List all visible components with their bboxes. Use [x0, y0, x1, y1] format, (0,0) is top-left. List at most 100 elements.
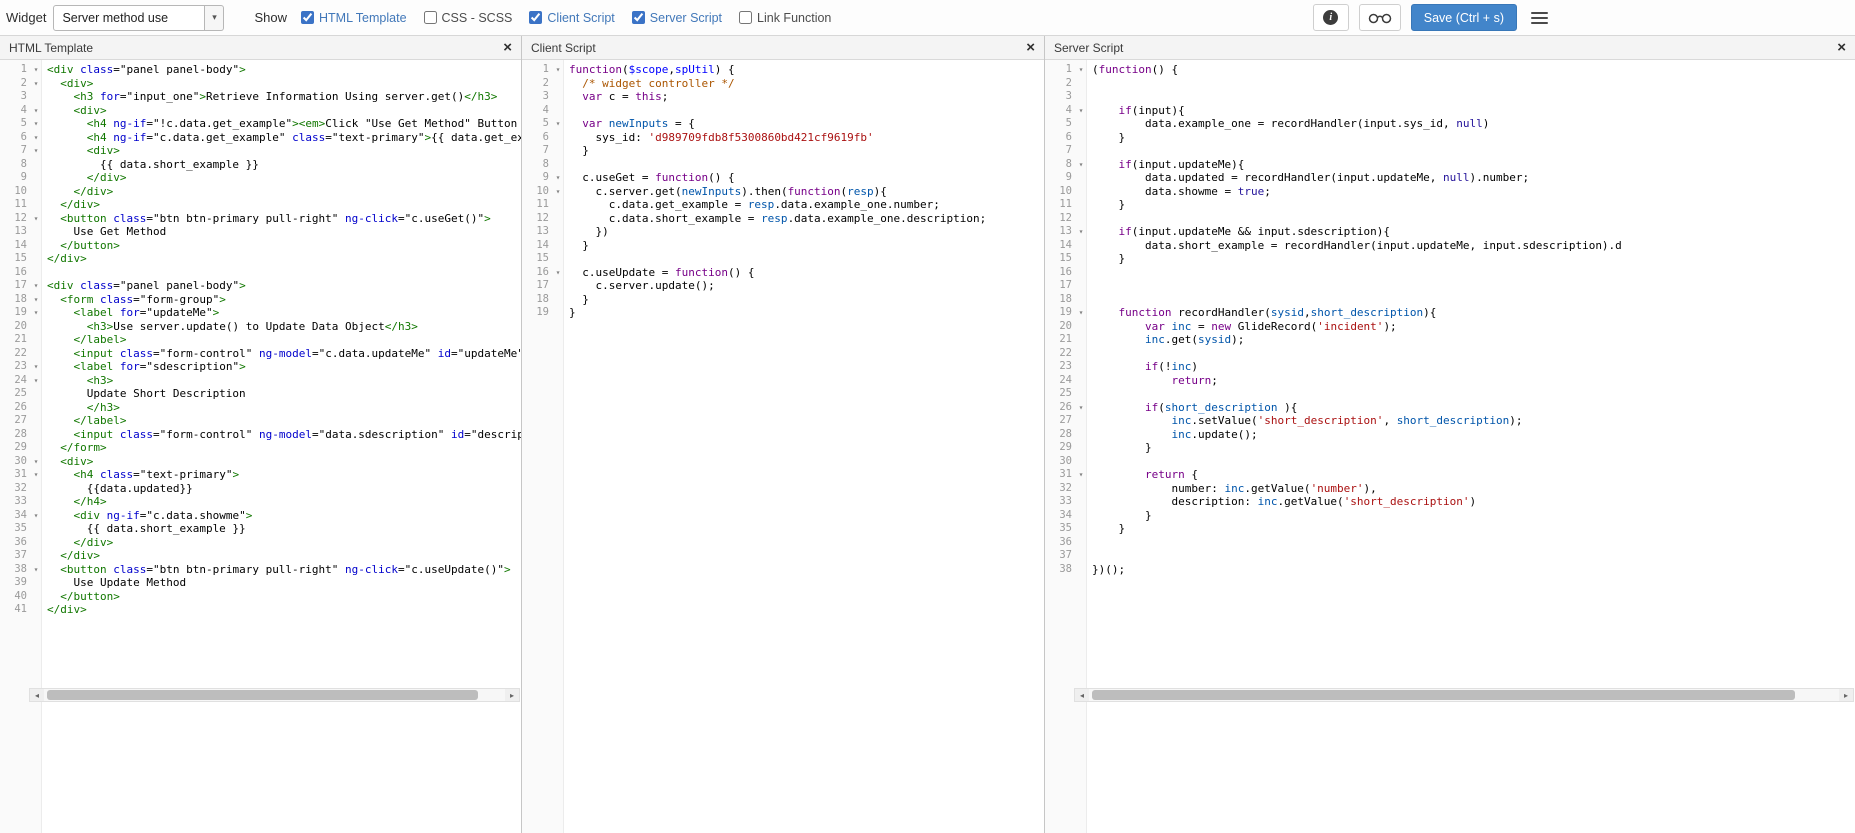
code-line[interactable]: 3 var c = this;	[522, 90, 1044, 104]
menu-button[interactable]	[1527, 5, 1552, 31]
fold-icon[interactable]: ▾	[29, 212, 43, 226]
code-line[interactable]: 2 /* widget controller */	[522, 77, 1044, 91]
code-line[interactable]: 7	[1045, 144, 1855, 158]
code-line[interactable]: 32 {{data.updated}}	[0, 482, 521, 496]
code-line[interactable]: 21 </label>	[0, 333, 521, 347]
code-line[interactable]: 27 </label>	[0, 414, 521, 428]
horizontal-scrollbar[interactable]: ◂ ▸	[1074, 688, 1854, 702]
code-line[interactable]: 2	[1045, 77, 1855, 91]
checkbox-client-script[interactable]	[529, 11, 543, 24]
code-line[interactable]: 26 </h3>	[0, 401, 521, 415]
code-line[interactable]: 17 c.server.update();	[522, 279, 1044, 293]
scroll-right-button[interactable]: ▸	[505, 689, 519, 701]
code-line[interactable]: 13 })	[522, 225, 1044, 239]
code-line[interactable]: 37	[1045, 549, 1855, 563]
code-line[interactable]: 25	[1045, 387, 1855, 401]
code-line[interactable]: 22 <input class="form-control" ng-model=…	[0, 347, 521, 361]
chevron-down-icon[interactable]: ▾	[205, 4, 225, 31]
code-line[interactable]: 1 ▾ (function() {	[1045, 63, 1855, 77]
fold-icon[interactable]: ▾	[551, 63, 565, 77]
code-line[interactable]: 20 var inc = new GlideRecord('incident')…	[1045, 320, 1855, 334]
checkbox-link-function[interactable]	[739, 11, 753, 24]
code-line[interactable]: 4	[522, 104, 1044, 118]
fold-icon[interactable]: ▾	[29, 104, 43, 118]
code-line[interactable]: 31 ▾ <h4 class="text-primary">	[0, 468, 521, 482]
scrollbar-track[interactable]	[1090, 689, 1838, 701]
code-line[interactable]: 7 ▾ <div>	[0, 144, 521, 158]
fold-icon[interactable]: ▾	[29, 306, 43, 320]
code-line[interactable]: 10 data.showme = true;	[1045, 185, 1855, 199]
fold-icon[interactable]: ▾	[29, 63, 43, 77]
code-line[interactable]: 7 }	[522, 144, 1044, 158]
fold-icon[interactable]: ▾	[1074, 401, 1088, 415]
scrollbar-track[interactable]	[45, 689, 504, 701]
close-icon[interactable]: ×	[1837, 40, 1846, 55]
code-line[interactable]: 12 c.data.short_example = resp.data.exam…	[522, 212, 1044, 226]
close-icon[interactable]: ×	[503, 40, 512, 55]
widget-select-value[interactable]: Server method use	[53, 4, 206, 31]
code-line[interactable]: 40 </button>	[0, 590, 521, 604]
code-line[interactable]: 15	[522, 252, 1044, 266]
code-line[interactable]: 29 </form>	[0, 441, 521, 455]
show-toggle-html-template[interactable]: HTML Template	[301, 11, 407, 25]
code-line[interactable]: 34 }	[1045, 509, 1855, 523]
fold-icon[interactable]: ▾	[29, 360, 43, 374]
code-line[interactable]: 28 <input class="form-control" ng-model=…	[0, 428, 521, 442]
code-line[interactable]: 5 ▾ <h4 ng-if="!c.data.get_example"><em>C…	[0, 117, 521, 131]
fold-icon[interactable]: ▾	[29, 374, 43, 388]
code-line[interactable]: 17 ▾ <div class="panel panel-body">	[0, 279, 521, 293]
code-line[interactable]: 14 data.short_example = recordHandler(in…	[1045, 239, 1855, 253]
fold-icon[interactable]: ▾	[551, 266, 565, 280]
code-line[interactable]: 24 return;	[1045, 374, 1855, 388]
code-line[interactable]: 36 </div>	[0, 536, 521, 550]
code-line[interactable]: 22	[1045, 347, 1855, 361]
close-icon[interactable]: ×	[1026, 40, 1035, 55]
code-line[interactable]: 27 inc.setValue('short_description', sho…	[1045, 414, 1855, 428]
fold-icon[interactable]: ▾	[29, 77, 43, 91]
code-line[interactable]: 6 ▾ <h4 ng-if="c.data.get_example" class=…	[0, 131, 521, 145]
code-line[interactable]: 19 ▾ function recordHandler(sysid,short_d…	[1045, 306, 1855, 320]
code-line[interactable]: 8 {{ data.short_example }}	[0, 158, 521, 172]
scroll-left-button[interactable]: ◂	[1075, 689, 1089, 701]
code-line[interactable]: 38 ▾ <button class="btn btn-primary pull-…	[0, 563, 521, 577]
fold-icon[interactable]: ▾	[29, 144, 43, 158]
save-button[interactable]: Save (Ctrl + s)	[1410, 4, 1517, 31]
code-line[interactable]: 33 </h4>	[0, 495, 521, 509]
code-line[interactable]: 3 <h3 for="input_one">Retrieve Informati…	[0, 90, 521, 104]
code-line[interactable]: 34 ▾ <div ng-if="c.data.showme">	[0, 509, 521, 523]
fold-icon[interactable]: ▾	[29, 455, 43, 469]
fold-icon[interactable]: ▾	[29, 279, 43, 293]
code-line[interactable]: 12	[1045, 212, 1855, 226]
code-line[interactable]: 8	[522, 158, 1044, 172]
code-line[interactable]: 3	[1045, 90, 1855, 104]
code-line[interactable]: 18 ▾ <form class="form-group">	[0, 293, 521, 307]
info-button[interactable]: i	[1312, 4, 1349, 31]
scroll-left-button[interactable]: ◂	[30, 689, 44, 701]
code-line[interactable]: 19}	[522, 306, 1044, 320]
fold-icon[interactable]: ▾	[29, 509, 43, 523]
scrollbar-thumb[interactable]	[47, 690, 479, 700]
code-line[interactable]: 11 </div>	[0, 198, 521, 212]
code-editor-server-script[interactable]: ◂ ▸ 1 ▾ (function() {2 3 4 ▾ if(input){5 data…	[1045, 60, 1855, 833]
code-line[interactable]: 24 ▾ <h3>	[0, 374, 521, 388]
code-line[interactable]: 32 number: inc.getValue('number'),	[1045, 482, 1855, 496]
code-line[interactable]: 39 Use Update Method	[0, 576, 521, 590]
checkbox-html-template[interactable]	[301, 11, 314, 24]
code-line[interactable]: 30 ▾ <div>	[0, 455, 521, 469]
show-toggle-server-script[interactable]: Server Script	[631, 11, 722, 25]
code-line[interactable]: 10 ▾ c.server.get(newInputs).then(functio…	[522, 185, 1044, 199]
code-line[interactable]: 5 data.example_one = recordHandler(input…	[1045, 117, 1855, 131]
code-line[interactable]: 21 inc.get(sysid);	[1045, 333, 1855, 347]
fold-icon[interactable]: ▾	[551, 117, 565, 131]
code-line[interactable]: 29 }	[1045, 441, 1855, 455]
scrollbar-thumb[interactable]	[1092, 690, 1796, 700]
code-line[interactable]: 33 description: inc.getValue('short_desc…	[1045, 495, 1855, 509]
fold-icon[interactable]: ▾	[1074, 63, 1088, 77]
code-line[interactable]: 13 ▾ if(input.updateMe && input.sdescript…	[1045, 225, 1855, 239]
fold-icon[interactable]: ▾	[551, 185, 565, 199]
code-line[interactable]: 9 data.updated = recordHandler(input.upd…	[1045, 171, 1855, 185]
code-line[interactable]: 30	[1045, 455, 1855, 469]
fold-icon[interactable]: ▾	[1074, 306, 1088, 320]
code-line[interactable]: 16	[0, 266, 521, 280]
code-line[interactable]: 2 ▾ <div>	[0, 77, 521, 91]
